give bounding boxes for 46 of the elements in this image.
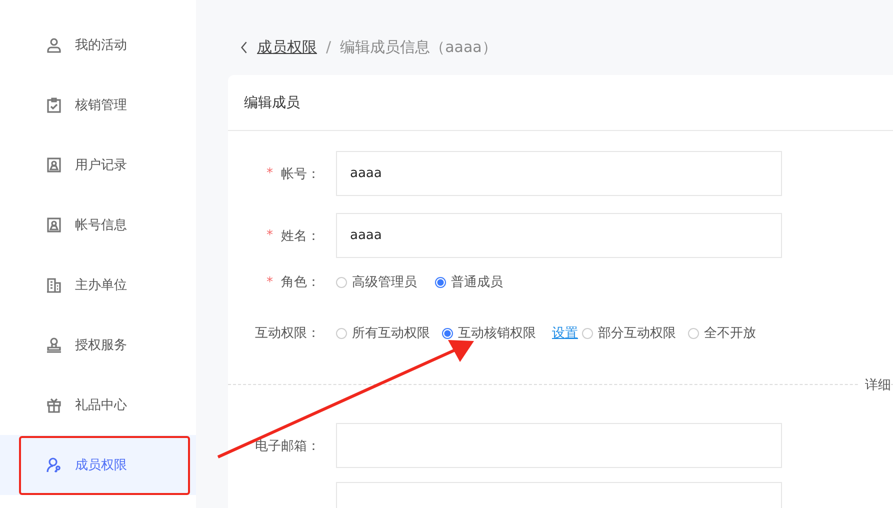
section-label: 详细 — [859, 376, 891, 394]
radio-button[interactable] — [582, 328, 593, 338]
text-field[interactable]: aaaa — [336, 151, 782, 196]
required-asterisk: * — [266, 228, 273, 243]
sidebar-item[interactable]: 成员权限 — [0, 435, 196, 495]
radio-button[interactable] — [336, 328, 347, 338]
field-label: 互动权限： — [255, 325, 320, 342]
stamp-icon — [46, 337, 62, 353]
field-label: 电子邮箱： — [255, 438, 320, 454]
back-chevron-icon[interactable] — [240, 40, 249, 54]
sidebar-item[interactable]: 我的活动 — [0, 15, 196, 75]
radio-option[interactable]: 全不开放 — [688, 324, 756, 342]
radio-button[interactable] — [688, 328, 699, 338]
field-label: 姓名： — [281, 228, 320, 244]
required-asterisk: * — [266, 274, 273, 290]
breadcrumb-current: 编辑成员信息（aaaa） — [340, 38, 497, 56]
settings-link[interactable]: 设置 — [552, 324, 578, 342]
person-icon — [46, 37, 62, 53]
sidebar-item[interactable]: 帐号信息 — [0, 195, 196, 255]
id-card-icon — [46, 217, 62, 233]
breadcrumb-separator: / — [326, 38, 332, 56]
breadcrumb-link[interactable]: 成员权限 — [257, 38, 317, 56]
radio-button[interactable] — [435, 276, 446, 288]
sidebar-item[interactable]: 授权服务 — [0, 315, 196, 375]
sidebar-item[interactable]: 主办单位 — [0, 255, 196, 315]
gift-icon — [46, 397, 62, 413]
clipboard-check-icon — [46, 97, 62, 113]
field-label: 帐号： — [281, 166, 320, 182]
field-label: 角色： — [281, 274, 320, 291]
sidebar-item[interactable]: 礼品中心 — [0, 375, 196, 435]
id-card-icon — [46, 157, 62, 173]
card-title: 编辑成员 — [244, 94, 300, 112]
radio-option[interactable]: 高级管理员 — [336, 273, 417, 291]
radio-option[interactable]: 普通成员 — [435, 273, 503, 291]
sidebar-item[interactable]: 核销管理 — [0, 75, 196, 135]
user-key-icon — [46, 457, 62, 473]
email-field[interactable] — [336, 423, 782, 468]
required-asterisk: * — [266, 166, 273, 181]
radio-option[interactable]: 互动核销权限 — [442, 324, 536, 342]
radio-button[interactable] — [336, 276, 347, 288]
radio-option[interactable]: 所有互动权限 — [336, 324, 430, 342]
radio-button[interactable] — [442, 328, 453, 338]
building-icon — [46, 277, 62, 293]
radio-option[interactable]: 部分互动权限 — [582, 324, 676, 342]
text-field[interactable]: aaaa — [336, 213, 782, 258]
sidebar-item[interactable]: 用户记录 — [0, 135, 196, 195]
